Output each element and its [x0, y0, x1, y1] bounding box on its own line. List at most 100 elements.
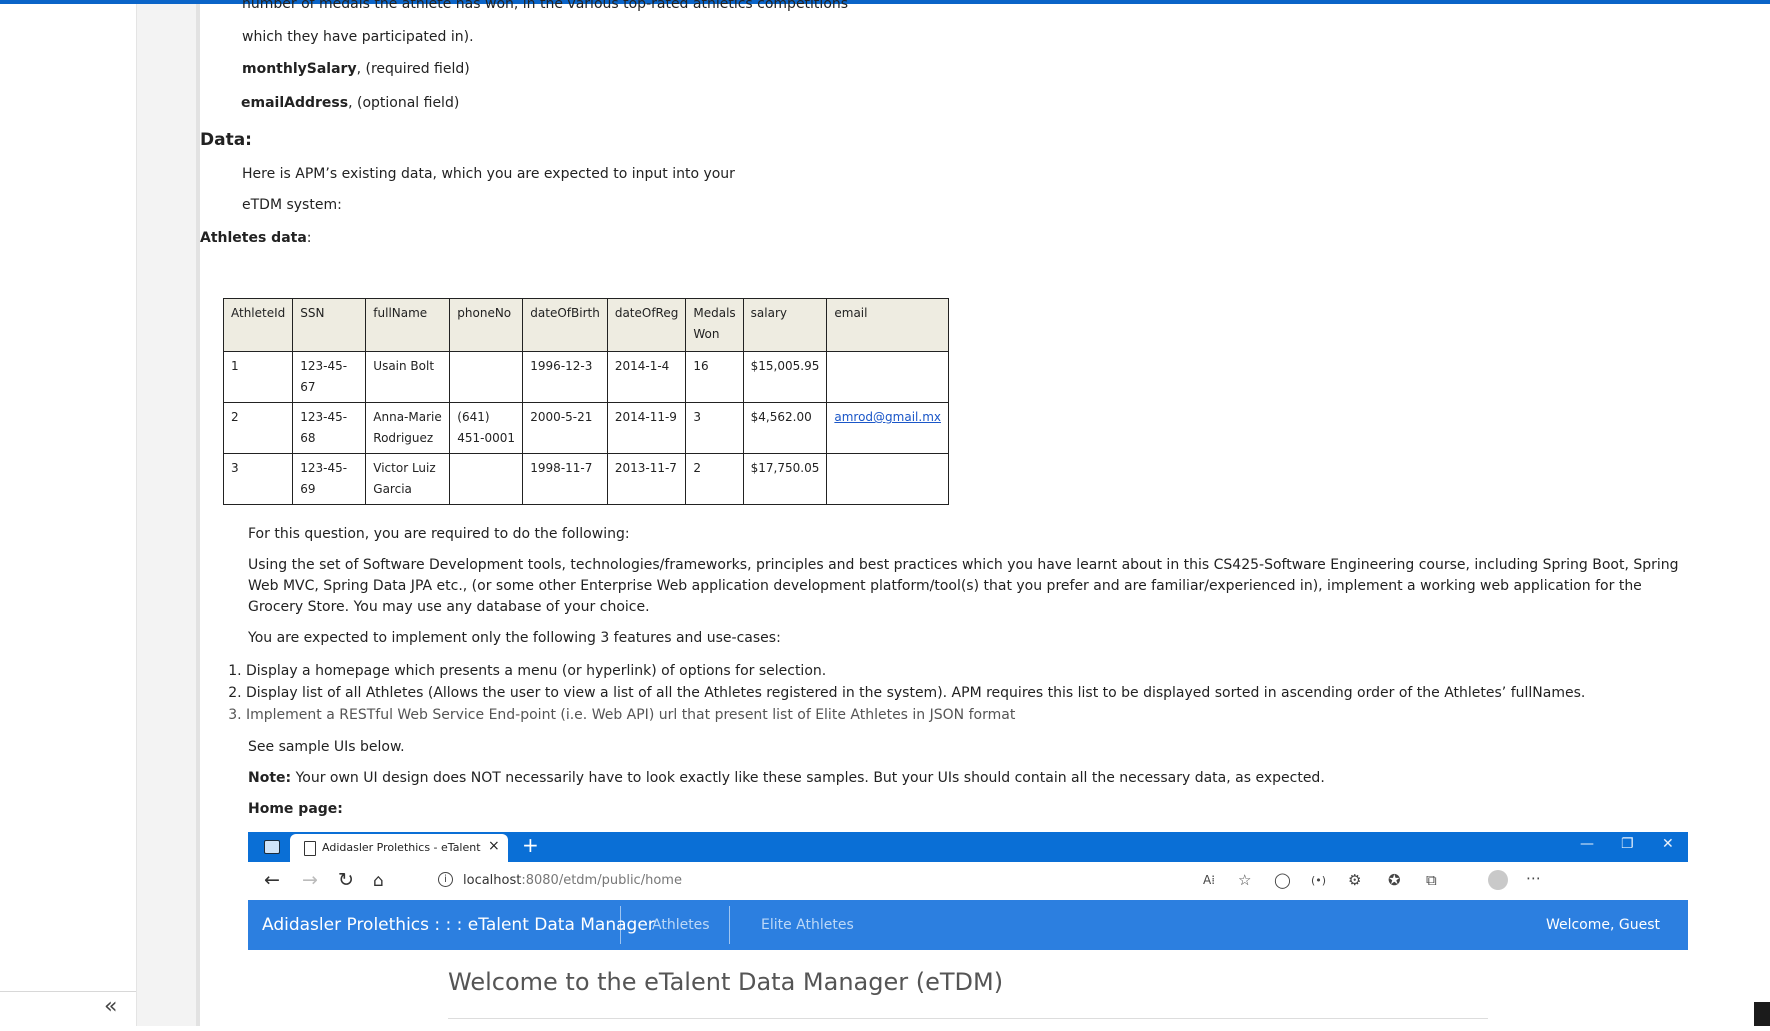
homepage-screenshot: Adidasler Prolethics - eTalent Da × + — … — [248, 832, 1688, 1026]
url-host: localhost — [463, 873, 522, 888]
avatar[interactable] — [1488, 870, 1508, 890]
read-aloud-icon[interactable]: A⁞ — [1203, 873, 1215, 887]
nav-divider — [620, 906, 621, 944]
email-link[interactable]: amrod@gmail.mx — [834, 410, 941, 424]
address-bar: ← → ↻ ⌂ i localhost:8080/etdm/public/hom… — [248, 862, 1688, 901]
col-header: phoneNo — [449, 298, 524, 352]
tracking-icon[interactable]: ◯ — [1274, 871, 1291, 889]
home-page-label: Home page: — [248, 801, 343, 817]
page-gutter — [137, 4, 197, 1026]
list-item: Display list of all Athletes (Allows the… — [246, 682, 1585, 704]
note-label: Note: — [248, 770, 292, 786]
cell — [826, 351, 949, 403]
field-email-address: emailAddress, (optional field) — [241, 95, 459, 111]
table-row: 3 123-45-69 Victor Luiz Garcia 1998-11-7… — [222, 453, 949, 505]
cell: 2013-11-7 — [606, 453, 687, 505]
minimize-icon[interactable]: — — [1580, 836, 1594, 852]
table-row: 2 123-45-68 Anna-Marie Rodriguez (641) 4… — [222, 402, 949, 454]
corner-widget[interactable] — [1754, 1002, 1770, 1026]
list-item: Implement a RESTful Web Service End-poin… — [246, 704, 1585, 726]
url-input[interactable]: localhost:8080/etdm/public/home — [463, 873, 682, 888]
medals-description-line2: which they have participated in). — [242, 29, 474, 45]
cell: 3 — [685, 402, 744, 454]
back-arrow-icon[interactable]: ← — [264, 869, 280, 891]
welcome-user-text: Welcome, Guest — [1545, 917, 1660, 933]
col-header: salary — [742, 298, 828, 352]
col-header: AthleteId — [222, 298, 294, 352]
favorites-icon[interactable]: ✪ — [1388, 871, 1401, 889]
cell: Anna-Marie Rodriguez — [365, 402, 451, 454]
home-icon[interactable]: ⌂ — [373, 871, 384, 891]
cell: $17,750.05 — [742, 453, 828, 505]
col-header: email — [826, 298, 949, 352]
app-brand[interactable]: Adidasler Prolethics : : : eTalent Data … — [262, 915, 655, 935]
athletes-heading-colon: : — [306, 230, 312, 246]
cell — [826, 453, 949, 505]
url-path: :8080/etdm/public/home — [521, 873, 682, 888]
cell: 123-45-68 — [292, 402, 367, 454]
data-heading: Data: — [200, 130, 252, 150]
cell: 2 — [222, 402, 294, 454]
cell: 1 — [222, 351, 294, 403]
page-icon — [304, 841, 316, 856]
question-body: Using the set of Software Development to… — [248, 557, 1679, 615]
window-menu-icon[interactable] — [264, 840, 280, 854]
cell: 1998-11-7 — [522, 453, 608, 505]
refresh-icon[interactable]: ↻ — [338, 869, 354, 891]
see-samples-text: See sample UIs below. — [248, 739, 405, 755]
cell: 16 — [685, 351, 744, 403]
cell: $15,005.95 — [742, 351, 828, 403]
favorite-add-icon[interactable]: ☆ — [1238, 871, 1251, 889]
close-window-icon[interactable]: ✕ — [1662, 836, 1674, 852]
col-header: dateOfBirth — [522, 298, 608, 352]
tab-title: Adidasler Prolethics - eTalent Da — [322, 841, 482, 854]
field-name: monthlySalary — [242, 61, 357, 77]
cell: 2 — [685, 453, 744, 505]
cell — [449, 453, 524, 505]
cell: $4,562.00 — [742, 402, 828, 454]
cell: 2014-11-9 — [606, 402, 687, 454]
nav-link-elite-athletes[interactable]: Elite Athletes — [761, 917, 854, 933]
collections-icon[interactable]: ⧉ — [1426, 871, 1437, 889]
cell: 3 — [222, 453, 294, 505]
table-row: 1 123-45-67 Usain Bolt 1996-12-3 2014-1-… — [222, 351, 949, 403]
browser-tab[interactable]: Adidasler Prolethics - eTalent Da × — [290, 834, 508, 862]
athletes-heading-text: Athletes data — [200, 230, 307, 246]
medals-description-line1: number of medals the athlete has won, in… — [242, 0, 849, 12]
list-item: Display a homepage which presents a menu… — [246, 660, 1585, 682]
col-header: fullName — [365, 298, 451, 352]
use-case-list: Display a homepage which presents a menu… — [226, 660, 1585, 726]
cell: 123-45-69 — [292, 453, 367, 505]
restore-icon[interactable]: ❐ — [1621, 836, 1634, 852]
field-monthly-salary: monthlySalary, (required field) — [242, 61, 470, 77]
question-intro: For this question, you are required to d… — [248, 526, 630, 542]
field-name: emailAddress — [241, 95, 349, 111]
welcome-heading: Welcome to the eTalent Data Manager (eTD… — [448, 968, 1004, 996]
cell: 1996-12-3 — [522, 351, 608, 403]
athletes-table: AthleteId SSN fullName phoneNo dateOfBir… — [222, 298, 949, 505]
app-navbar: Adidasler Prolethics : : : eTalent Data … — [248, 900, 1688, 950]
col-header: dateOfReg — [606, 298, 687, 352]
cell: Usain Bolt — [365, 351, 451, 403]
broadcast-icon[interactable]: (•) — [1311, 874, 1326, 887]
forward-arrow-icon[interactable]: → — [302, 869, 318, 891]
nav-divider — [729, 906, 730, 944]
cell: 2014-1-4 — [606, 351, 687, 403]
table-header-row: AthleteId SSN fullName phoneNo dateOfBir… — [222, 298, 949, 352]
athletes-data-heading: Athletes data: — [200, 230, 312, 246]
left-sidebar — [0, 4, 137, 1026]
field-note: , (required field) — [356, 61, 470, 77]
extensions-icon[interactable]: ⚙ — [1348, 871, 1361, 889]
data-intro-line1: Here is APM’s existing data, which you a… — [242, 166, 735, 182]
field-note: , (optional field) — [348, 95, 460, 111]
site-info-icon[interactable]: i — [438, 872, 453, 887]
question-expectation: You are expected to implement only the f… — [248, 630, 781, 646]
nav-link-athletes[interactable]: Athletes — [652, 917, 710, 933]
close-tab-icon[interactable]: × — [488, 838, 500, 854]
new-tab-button[interactable]: + — [522, 833, 539, 857]
cell: 123-45-67 — [292, 351, 367, 403]
note-paragraph: Note: Your own UI design does NOT necess… — [248, 768, 1688, 789]
collapse-sidebar-button[interactable]: « — [104, 996, 117, 1018]
cell — [449, 351, 524, 403]
more-menu-icon[interactable]: ⋯ — [1526, 869, 1541, 887]
